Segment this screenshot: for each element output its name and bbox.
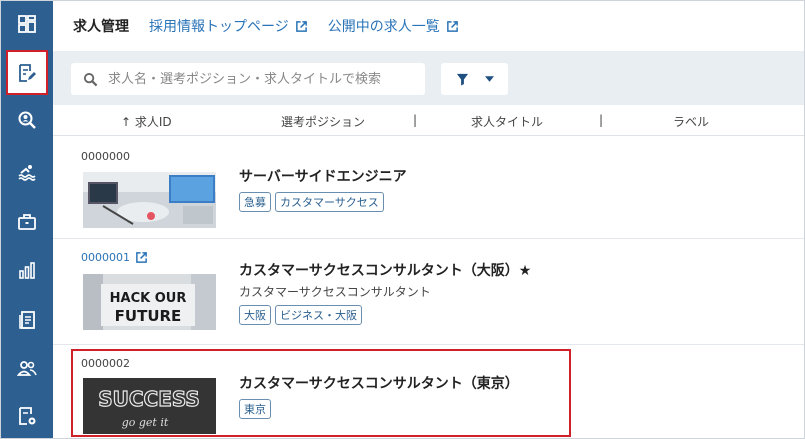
table-row[interactable]: 0000001 HACK OUR FUTURE カスタマーサクセスコンサルタント… [53, 239, 804, 345]
search-input[interactable] [106, 70, 410, 88]
swimmer-icon [18, 165, 36, 181]
column-header-id[interactable]: ↑ 求人ID [121, 113, 172, 130]
sidebar-item-reports[interactable] [1, 247, 53, 293]
job-title: カスタマーサクセスコンサルタント（大阪）★ [239, 263, 532, 279]
external-link-icon [295, 20, 307, 32]
job-id-link[interactable]: 0000001 [81, 251, 148, 264]
table-row[interactable]: 0000000 サーバーサイドエンジニア 急募 カスタマーサクセス [53, 136, 804, 239]
sidebar-item-briefcase[interactable] [1, 199, 53, 245]
chevron-down-icon [484, 76, 494, 82]
column-header-position[interactable]: 選考ポジション [281, 113, 365, 130]
thumbnail-text: FUTURE [115, 307, 182, 325]
job-edit-icon [19, 63, 36, 82]
sidebar-item-dashboard[interactable] [1, 1, 53, 47]
job-title: サーバーサイドエンジニア [239, 169, 407, 185]
public-jobs-link-label: 公開中の求人一覧 [327, 19, 440, 35]
job-thumbnail: HACK OUR FUTURE [83, 274, 216, 330]
column-header-label[interactable]: ラベル [673, 113, 709, 130]
job-tags: 大阪 ビジネス・大阪 [239, 305, 362, 325]
recruit-top-link-label: 採用情報トップページ [149, 19, 289, 35]
job-tag: カスタマーサクセス [275, 192, 384, 212]
job-tag: 大阪 [239, 305, 271, 325]
briefcase-icon [18, 214, 36, 230]
dashboard-icon [18, 15, 36, 33]
job-id: 0000001 [81, 251, 130, 264]
search-box[interactable] [71, 63, 425, 95]
sidebar-item-jobs[interactable] [6, 50, 48, 95]
sidebar-item-settings[interactable] [1, 393, 53, 438]
highlight-box [71, 349, 571, 437]
settings-doc-icon [19, 407, 36, 425]
job-position: カスタマーサクセスコンサルタント [239, 285, 431, 299]
header: 求人管理 採用情報トップページ 公開中の求人一覧 [53, 1, 804, 51]
external-link-icon [446, 20, 458, 32]
job-tag: ビジネス・大阪 [275, 305, 362, 325]
job-id: 0000000 [81, 150, 130, 163]
search-bar-area [53, 51, 804, 105]
job-thumbnail [83, 172, 216, 228]
sidebar-item-candidates[interactable] [1, 97, 53, 143]
bar-chart-icon [19, 262, 35, 279]
users-icon [17, 361, 37, 376]
column-separator: | [413, 113, 418, 127]
document-list-icon [19, 311, 35, 329]
job-tag: 急募 [239, 192, 271, 212]
public-jobs-link[interactable]: 公開中の求人一覧 [328, 16, 459, 36]
sidebar-item-users[interactable] [1, 345, 53, 391]
job-tags: 急募 カスタマーサクセス [239, 192, 384, 212]
column-separator: | [599, 113, 604, 127]
filter-icon [456, 73, 468, 86]
column-header-title[interactable]: 求人タイトル [471, 113, 543, 130]
sidebar-item-documents[interactable] [1, 297, 53, 343]
thumbnail-text: HACK OUR [110, 291, 187, 306]
candidate-search-icon [18, 111, 36, 129]
recruit-top-link[interactable]: 採用情報トップページ [149, 16, 308, 36]
page-title: 求人管理 [73, 19, 129, 35]
search-icon [83, 72, 98, 86]
table-header: ↑ 求人ID 選考ポジション | 求人タイトル | ラベル [53, 105, 804, 136]
external-link-icon [136, 252, 147, 263]
sidebar-item-activity[interactable] [1, 149, 53, 195]
app-window: 求人管理 採用情報トップページ 公開中の求人一覧 ↑ 求人ID 選考ポジション … [0, 0, 805, 439]
sidebar [1, 1, 53, 438]
filter-button[interactable] [441, 63, 508, 95]
